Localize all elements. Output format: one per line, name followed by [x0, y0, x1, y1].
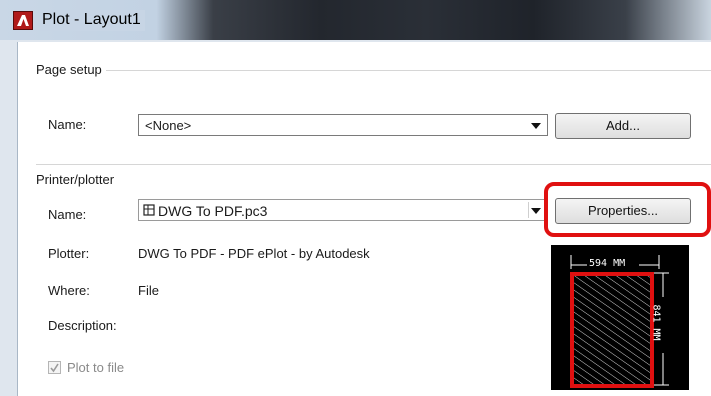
plotter-value: DWG To PDF - PDF ePlot - by Autodesk — [138, 246, 370, 261]
paper-outline — [570, 272, 654, 388]
printer-name-dropdown[interactable]: DWG To PDF.pc3 — [138, 199, 548, 221]
paper-width-label: 594 MM — [589, 258, 626, 269]
printer-divider — [36, 164, 711, 165]
chevron-down-icon — [531, 208, 541, 214]
where-value: File — [138, 283, 159, 298]
page-setup-divider — [36, 70, 711, 71]
where-label: Where: — [48, 283, 90, 298]
printer-name-label: Name: — [48, 207, 87, 222]
printer-icon — [143, 204, 155, 216]
printer-group-label: Printer/plotter — [36, 172, 119, 187]
plot-to-file-checkbox[interactable] — [48, 361, 61, 374]
checkmark-icon — [50, 363, 59, 373]
properties-highlight-annotation — [544, 182, 711, 237]
window-title: Plot - Layout1 — [40, 10, 145, 31]
page-setup-group-label: Page setup — [36, 62, 106, 77]
page-setup-name-label: Name: — [48, 117, 87, 132]
autocad-app-icon[interactable] — [13, 11, 33, 30]
paper-height-label: 841 MM — [650, 304, 662, 341]
chevron-down-icon — [531, 123, 541, 129]
plotter-label: Plotter: — [48, 246, 90, 261]
paper-size-preview: 594 MM 841 MM — [551, 245, 689, 390]
dropdown-separator — [528, 202, 529, 218]
page-setup-name-dropdown[interactable]: <None> — [138, 114, 548, 136]
plot-to-file-label: Plot to file — [67, 360, 125, 375]
add-page-setup-button[interactable]: Add... — [555, 113, 691, 139]
title-bar[interactable]: Plot - Layout1 — [0, 0, 711, 40]
description-label: Description: — [48, 318, 117, 333]
printer-name-value: DWG To PDF.pc3 — [158, 203, 268, 219]
plot-dialog: Plot - Layout1 Page setup Name: <None> A… — [0, 0, 711, 396]
page-setup-name-value: <None> — [145, 118, 192, 133]
